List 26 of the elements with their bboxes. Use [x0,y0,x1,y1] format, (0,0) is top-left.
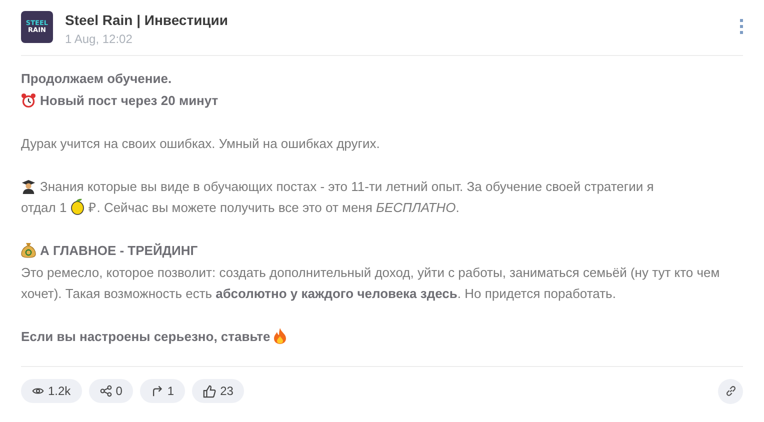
views-button[interactable]: 1.2k [21,379,82,403]
post-text: ₽. Сейчас вы можете получить все это от меня БЕСПЛАТНО. [88,200,460,215]
post-text: Знания которые вы виде в обучающих постах - это 11-ти летний опыт. За обучение своей стратегии я [40,178,654,194]
money-bag-icon [21,242,36,258]
post-date: 1 Aug, 12:02 [65,32,134,46]
post-heading: А ГЛАВНОЕ - ТРЕЙДИНГ [40,243,198,258]
more-options-button[interactable] [740,19,743,34]
post-text: отдал 1 [21,200,67,215]
post-heading: Новый пост через 20 минут [40,92,218,108]
fire-icon [273,328,288,344]
post-heading: Продолжаем обучение. [21,71,172,86]
graduate-icon [21,178,36,194]
share-icon [100,385,112,397]
thumbs-up-icon [203,384,216,398]
copy-link-button[interactable] [718,378,743,404]
forwards-button[interactable]: 1 [140,379,186,403]
forward-arrow-icon [151,385,164,397]
channel-title[interactable]: Steel Rain | Инвестиции [65,12,228,28]
alarm-clock-icon [21,92,36,108]
lemon-icon [70,198,85,215]
shares-button[interactable]: 0 [88,379,134,403]
post-heading: Если вы настроены серьезно, ставьте [21,329,270,344]
post-text: Дурак учится на своих ошибках. Умный на ошибках других. [21,136,380,150]
post-text: Это ремесло, которое позволит: создать дополнительный доход, уйти с работы, заниматься семьёй (ну тут кто чем хочет). Такая возможность есть абсолютно у каждого человека здесь. Но придется поработать. [21,264,720,301]
link-icon [724,385,736,397]
likes-button[interactable]: 23 [192,379,244,403]
